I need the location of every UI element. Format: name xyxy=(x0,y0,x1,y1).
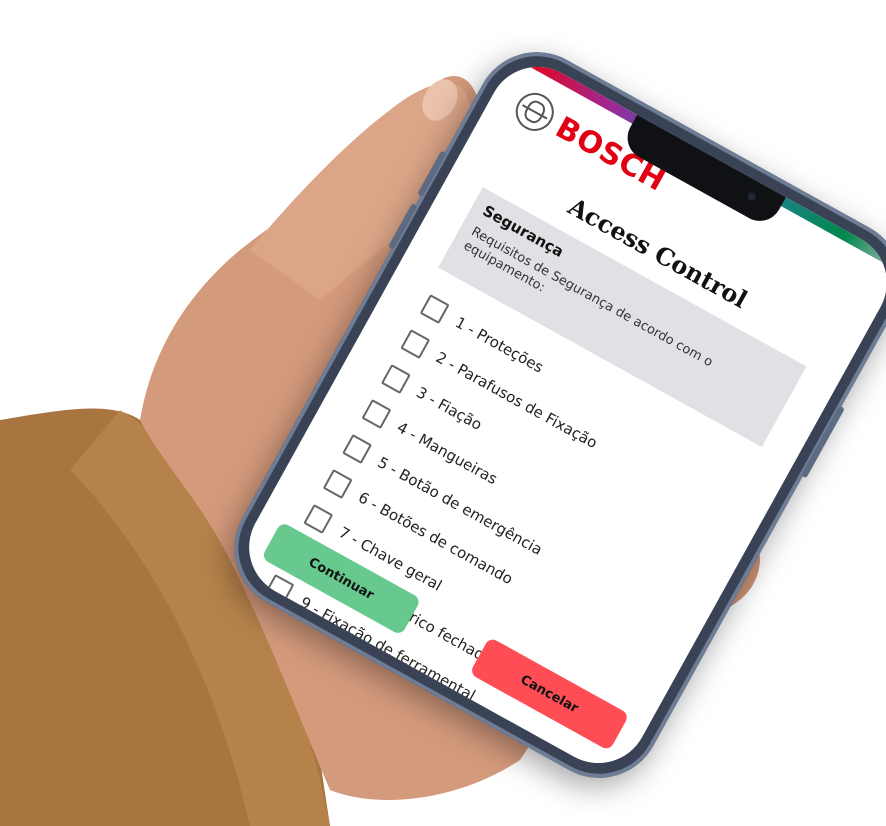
checkbox[interactable] xyxy=(380,364,411,394)
checkbox[interactable] xyxy=(400,329,431,360)
checkbox[interactable] xyxy=(342,434,373,464)
scene: BOSCH Access Control Segurança Requisito… xyxy=(0,0,886,826)
checkbox[interactable] xyxy=(264,573,295,604)
checkbox[interactable] xyxy=(303,504,334,534)
camera-icon xyxy=(746,191,758,203)
checkbox[interactable] xyxy=(322,469,353,499)
checkbox[interactable] xyxy=(419,294,450,325)
bosch-armature-icon xyxy=(508,86,561,138)
checkbox[interactable] xyxy=(361,399,392,429)
